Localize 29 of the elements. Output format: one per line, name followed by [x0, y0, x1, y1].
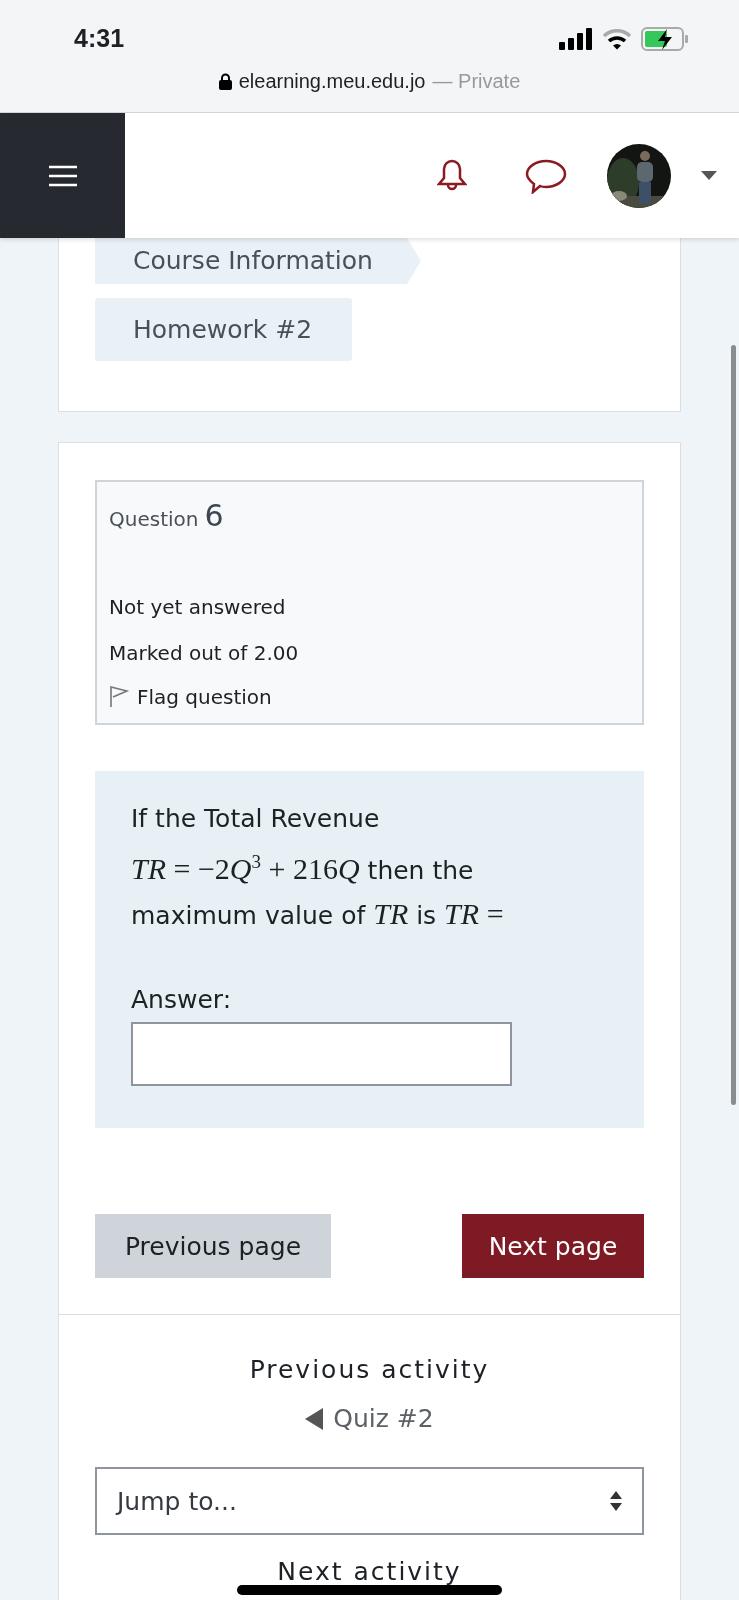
next-activity-heading: Next activity: [277, 1557, 462, 1587]
battery-charging-icon: [641, 27, 689, 51]
wifi-icon: [603, 28, 631, 50]
answer-label: Answer:: [131, 985, 233, 1014]
previous-page-button[interactable]: Previous page: [95, 1214, 331, 1278]
caret-icon[interactable]: [701, 171, 717, 180]
answer-status: Not yet answered: [109, 595, 287, 619]
up-down-arrows-icon: [610, 1491, 622, 1511]
breadcrumb-link[interactable]: Homework #2: [95, 298, 353, 361]
question-text: If the Total Revenue TR = −2Q$^{3}$ + 216Q then the maximum value of TR is TR =: [131, 803, 505, 932]
url-text[interactable]: elearning.meu.edu.jo: [238, 70, 426, 93]
flag-question-link[interactable]: Flag question: [109, 685, 630, 709]
clock-time: 4:31: [74, 24, 125, 53]
question-label: Question: [109, 507, 199, 531]
previous-activity-heading: Previous activity: [249, 1355, 490, 1384]
next-page-button[interactable]: Next page: [462, 1214, 644, 1278]
private-label: — Private: [432, 70, 521, 93]
question-number: 6: [204, 498, 224, 533]
lock-icon: [218, 73, 232, 90]
previous-activity-link[interactable]: Quiz #2: [305, 1404, 434, 1433]
menu-icon: [48, 164, 77, 187]
jump-to-select[interactable]: Jump to...: [95, 1467, 644, 1535]
left-triangle-icon: [305, 1407, 324, 1430]
flag-icon: [109, 686, 129, 708]
chat-bubble-icon[interactable]: [525, 157, 567, 194]
answer-field[interactable]: [131, 1022, 512, 1086]
marks-text: Marked out of 2.00: [109, 641, 300, 665]
signal-icon: [559, 28, 593, 50]
breadcrumb-link[interactable]: Course Information: [95, 238, 421, 284]
